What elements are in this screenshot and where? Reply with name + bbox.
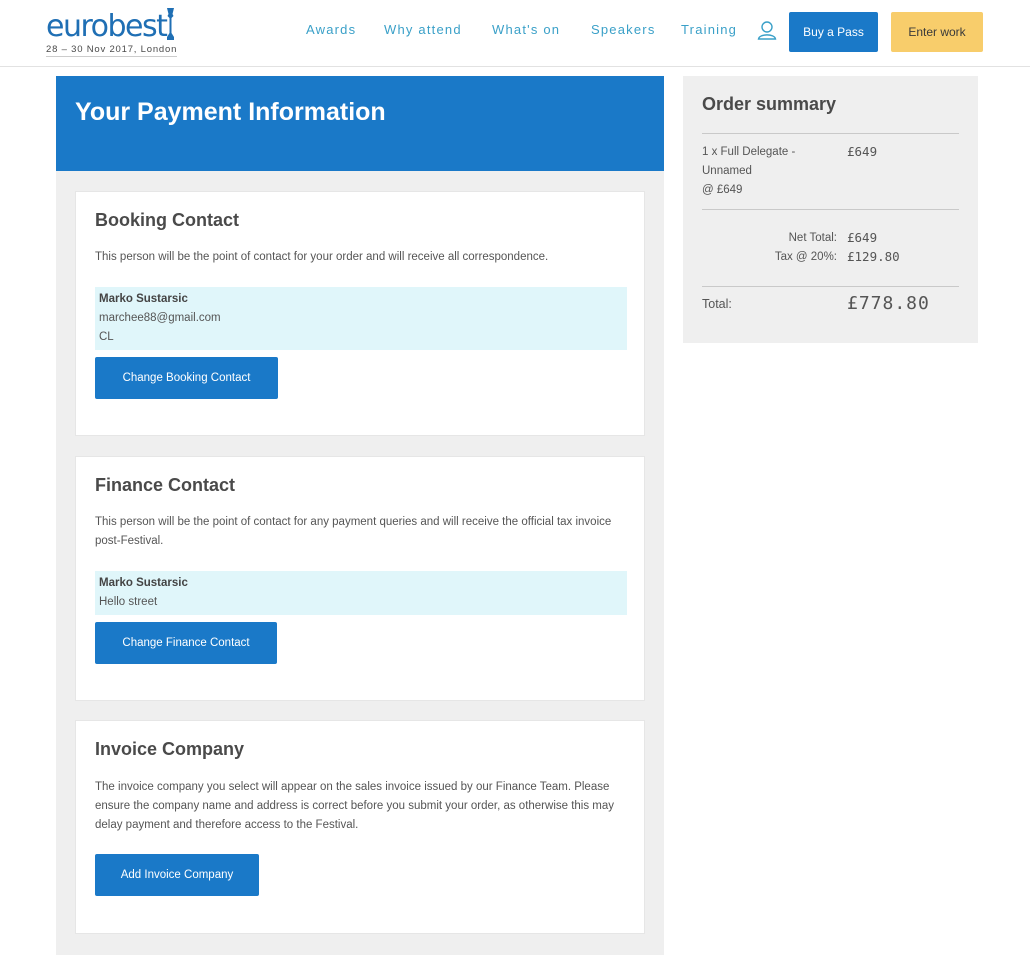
booking-contact-details: Marko Sustarsic marchee88@gmail.com CL — [95, 287, 627, 350]
booking-contact-card: Booking Contact This person will be the … — [75, 191, 645, 436]
nav-why-attend[interactable]: Why attend — [384, 22, 462, 37]
page-banner: Your Payment Information — [56, 76, 664, 171]
order-summary-panel: Order summary 1 x Full Delegate - Unname… — [683, 76, 978, 343]
payment-main-column: Your Payment Information Booking Contact… — [56, 76, 664, 955]
page-title: Your Payment Information — [75, 98, 386, 126]
festival-dates: 28 – 30 Nov 2017, London — [46, 44, 178, 57]
booking-contact-extra: CL — [99, 331, 114, 343]
nav-speakers[interactable]: Speakers — [591, 22, 656, 37]
line-item-unit-price: @ £649 — [702, 184, 743, 196]
booking-contact-heading: Booking Contact — [95, 210, 239, 230]
line-item-ticket-name: Unnamed — [702, 165, 752, 177]
change-booking-contact-button[interactable]: Change Booking Contact — [95, 357, 278, 399]
site-header: eurobest 28 – 30 Nov 2017, London Awards… — [0, 0, 1030, 67]
buy-pass-button[interactable]: Buy a Pass — [789, 12, 878, 52]
add-invoice-company-button[interactable]: Add Invoice Company — [95, 854, 259, 896]
summary-divider — [702, 133, 959, 134]
invoice-company-heading: Invoice Company — [95, 739, 245, 759]
finance-contact-details: Marko Sustarsic Hello street — [95, 571, 627, 615]
net-total-label: Net Total: — [788, 232, 837, 244]
net-total-value: £649 — [847, 230, 878, 245]
summary-divider — [702, 209, 959, 210]
logo-wordmark: eurobest — [46, 9, 168, 44]
nav-training[interactable]: Training — [681, 22, 737, 37]
finance-contact-address: Hello street — [99, 596, 158, 608]
invoice-company-card: Invoice Company The invoice company you … — [75, 720, 645, 934]
order-summary-heading: Order summary — [702, 94, 837, 114]
total-label: Total: — [702, 297, 732, 311]
finance-contact-name: Marko Sustarsic — [99, 577, 188, 589]
booking-contact-name: Marko Sustarsic — [99, 293, 188, 305]
enter-work-button[interactable]: Enter work — [891, 12, 983, 52]
user-icon[interactable] — [757, 20, 777, 40]
change-finance-contact-button[interactable]: Change Finance Contact — [95, 622, 277, 664]
order-line-item: 1 x Full Delegate - Unnamed @ £649 — [702, 143, 822, 200]
summary-divider — [702, 286, 959, 287]
booking-contact-description: This person will be the point of contact… — [95, 251, 549, 263]
line-item-price: £649 — [847, 144, 878, 159]
invoice-company-description: The invoice company you select will appe… — [95, 781, 615, 831]
finance-contact-card: Finance Contact This person will be the … — [75, 456, 645, 701]
finance-contact-heading: Finance Contact — [95, 475, 236, 495]
eurobest-logo[interactable]: eurobest 28 – 30 Nov 2017, London — [46, 6, 181, 58]
nav-whats-on[interactable]: What's on — [492, 22, 560, 37]
nav-awards[interactable]: Awards — [306, 22, 356, 37]
lion-trophy-icon — [167, 8, 174, 40]
tax-value: £129.80 — [847, 249, 900, 264]
booking-contact-email: marchee88@gmail.com — [99, 312, 221, 324]
finance-contact-description: This person will be the point of contact… — [95, 516, 612, 547]
line-item-description: 1 x Full Delegate - — [702, 146, 796, 158]
tax-label: Tax @ 20%: — [774, 251, 837, 263]
total-value: £778.80 — [847, 293, 930, 314]
